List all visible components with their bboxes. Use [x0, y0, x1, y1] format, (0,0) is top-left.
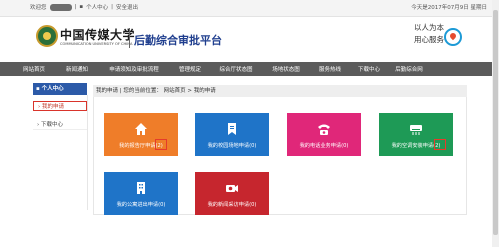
vertical-scrollbar[interactable] [492, 0, 499, 247]
person-icon: ▪ [79, 4, 84, 10]
system-title: 后勤综合审批平台 [134, 34, 222, 47]
university-logo-icon[interactable] [36, 25, 58, 47]
section-title: 我的申请 [96, 88, 119, 94]
sidebar-item-download-center[interactable]: › 下载中心 [33, 120, 87, 130]
house-icon [134, 121, 148, 135]
building-icon [134, 180, 148, 194]
tile-air-conditioner-application[interactable]: 我的空调安装申请(2) [379, 113, 453, 156]
top-status-bar: 欢迎您 | ▪ 个人中心 | 安全退出 今天是2017年07月9日 星期日 [0, 0, 499, 17]
breadcrumb-prefix: 您的当前位置： [123, 88, 162, 94]
telephone-icon [317, 121, 331, 135]
nav-news[interactable]: 新闻通知 [56, 65, 98, 73]
tile-label: 我的新闻采访申请(0) [207, 202, 257, 208]
date-text: 今天是2017年07月9日 星期日 [411, 5, 487, 11]
logout-link[interactable]: 安全退出 [116, 3, 138, 11]
tile-label: 我的公寓进出申请(0) [116, 202, 166, 208]
sidebar-border [33, 95, 88, 210]
personal-center-link[interactable]: 个人中心 [86, 3, 108, 11]
nav-service-hotline[interactable]: 服务热线 [310, 65, 350, 73]
separator-text: | [111, 4, 113, 10]
tile-lecture-hall-application[interactable]: 我的报告厅申请(2) [104, 113, 178, 156]
tile-news-interview-application[interactable]: 我的新闻采访申请(0) [195, 172, 269, 215]
air-conditioner-icon [409, 121, 423, 135]
tile-telephone-service-application[interactable]: 我的电话业务申请(0) [287, 113, 361, 156]
main-nav: 网站首页 新闻通知 申请须知及审批流程 管理规定 综合厅状态图 场地状态图 服务… [0, 62, 499, 76]
camera-icon [225, 180, 239, 194]
nav-download-center[interactable]: 下载中心 [350, 65, 388, 73]
university-name-en: COMMUNICATION UNIVERSITY OF CHINA [60, 42, 133, 46]
tile-label: 我的校园场地申请(0) [207, 143, 257, 149]
nav-regulations[interactable]: 管理规定 [170, 65, 210, 73]
sidebar-heading: ▪ 个人中心 [33, 83, 87, 95]
nav-venue-status[interactable]: 场地状态图 [262, 65, 310, 73]
highlight-box [434, 139, 446, 150]
sidebar-item-my-applications[interactable]: › 我的申请 [33, 101, 87, 111]
header-divider [129, 28, 130, 48]
breadcrumb-home-link[interactable]: 网站首页 [164, 88, 186, 94]
breadcrumb-current: 我的申请 [193, 88, 216, 94]
tile-apartment-access-application[interactable]: 我的公寓进出申请(0) [104, 172, 178, 215]
bookmark-icon [225, 121, 239, 135]
separator-text: | [74, 4, 77, 10]
nav-home[interactable]: 网站首页 [12, 65, 56, 73]
tile-label: 我的电话业务申请(0) [299, 143, 349, 149]
nav-logistics-site[interactable]: 后勤综合网 [388, 65, 430, 73]
username-redacted [49, 3, 72, 11]
university-name-cn: 中国传媒大学 [60, 28, 136, 42]
slogan-line-1: 以人为本 [414, 23, 444, 32]
nav-hall-status[interactable]: 综合厅状态图 [210, 65, 262, 73]
breadcrumb: 我的申请 | 您的当前位置： 网站首页 > 我的申请 [93, 85, 467, 97]
scrollbar-thumb[interactable] [493, 10, 498, 235]
nav-application-guide[interactable]: 申请须知及审批流程 [98, 65, 170, 73]
highlight-box [155, 139, 167, 150]
topbar-left: 欢迎您 | ▪ 个人中心 | 安全退出 [30, 3, 138, 11]
service-emblem-icon [444, 28, 462, 46]
slogan: 以人为本 用心服务 [414, 22, 444, 46]
slogan-line-2: 用心服务 [414, 35, 444, 44]
breadcrumb-separator: > [187, 88, 193, 94]
welcome-text: 欢迎您 [30, 5, 47, 11]
tile-campus-venue-application[interactable]: 我的校园场地申请(0) [195, 113, 269, 156]
